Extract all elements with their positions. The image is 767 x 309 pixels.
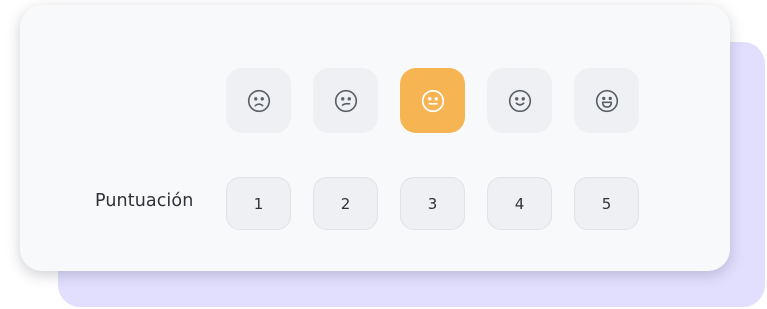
- face-button-neutral[interactable]: [400, 68, 465, 133]
- face-button-sad[interactable]: [313, 68, 378, 133]
- rating-button-2[interactable]: 2: [313, 177, 378, 230]
- very-sad-face-icon: [247, 89, 270, 112]
- neutral-face-icon: [421, 89, 444, 112]
- smile-face-icon: [508, 89, 531, 112]
- rating-button-4[interactable]: 4: [487, 177, 552, 230]
- sad-face-icon: [334, 89, 357, 112]
- face-rating-row: [226, 68, 639, 133]
- rating-button-5[interactable]: 5: [574, 177, 639, 230]
- rating-button-3[interactable]: 3: [400, 177, 465, 230]
- face-button-smile[interactable]: [487, 68, 552, 133]
- number-rating-row: 1 2 3 4 5: [226, 177, 639, 230]
- face-button-laugh[interactable]: [574, 68, 639, 133]
- face-button-very-sad[interactable]: [226, 68, 291, 133]
- rating-widget-stage: Puntuación 1 2 3 4 5: [0, 0, 767, 309]
- rating-label: Puntuación: [95, 191, 194, 211]
- laugh-face-icon: [595, 89, 618, 112]
- rating-button-1[interactable]: 1: [226, 177, 291, 230]
- rating-card: Puntuación 1 2 3 4 5: [20, 5, 730, 271]
